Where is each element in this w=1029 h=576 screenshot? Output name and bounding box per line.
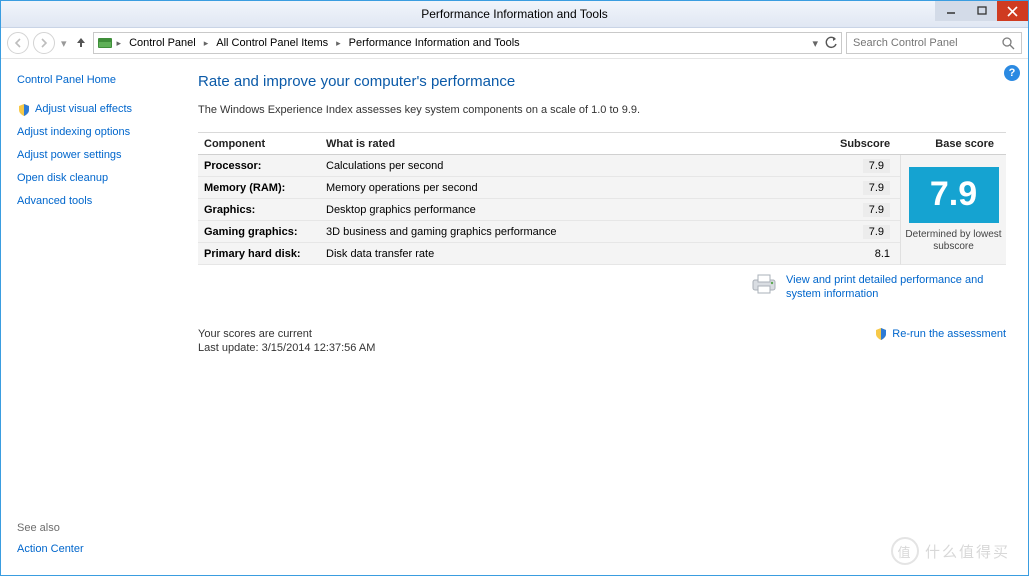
cell-component: Primary hard disk:	[198, 248, 326, 260]
table-row: Graphics: Desktop graphics performance 7…	[198, 199, 900, 221]
content: Control Panel Home Adjust visual effects…	[1, 59, 1028, 575]
sidebar-home-link[interactable]: Control Panel Home	[17, 73, 184, 88]
close-button[interactable]	[997, 1, 1028, 21]
cell-subscore: 7.9	[863, 225, 890, 239]
detail-link-row: View and print detailed performance and …	[198, 273, 1006, 301]
cell-component: Graphics:	[198, 204, 326, 216]
chevron-right-icon[interactable]: ▸	[202, 38, 211, 49]
sidebar: Control Panel Home Adjust visual effects…	[1, 59, 194, 575]
sidebar-link-disk-cleanup[interactable]: Open disk cleanup	[17, 171, 184, 186]
see-also-label: See also	[17, 522, 184, 534]
search-box[interactable]	[846, 32, 1022, 54]
address-bar[interactable]: ▸ Control Panel ▸ All Control Panel Item…	[93, 32, 842, 54]
score-table: Component What is rated Subscore Base sc…	[198, 132, 1006, 265]
table-row: Primary hard disk: Disk data transfer ra…	[198, 243, 900, 265]
sidebar-link-power[interactable]: Adjust power settings	[17, 148, 184, 163]
sidebar-link-label: Adjust power settings	[17, 148, 122, 163]
up-button[interactable]	[73, 36, 89, 51]
titlebar: Performance Information and Tools	[1, 1, 1028, 28]
control-panel-icon	[97, 35, 113, 51]
col-component: Component	[198, 138, 326, 150]
sidebar-link-label: Adjust visual effects	[35, 102, 132, 117]
table-row: Gaming graphics: 3D business and gaming …	[198, 221, 900, 243]
search-icon[interactable]	[1002, 37, 1015, 50]
cell-what: 3D business and gaming graphics performa…	[326, 226, 840, 238]
cell-subscore: 7.9	[863, 159, 890, 173]
sidebar-link-visual-effects[interactable]: Adjust visual effects	[17, 102, 184, 117]
close-icon	[1007, 6, 1018, 17]
rerun-link[interactable]: Re-run the assessment	[874, 327, 1006, 341]
back-button[interactable]	[7, 32, 29, 54]
col-base: Base score	[900, 138, 1006, 150]
status-updated: Last update: 3/15/2014 12:37:56 AM	[198, 341, 375, 355]
sidebar-link-label: Advanced tools	[17, 194, 92, 209]
status-row: Your scores are current Last update: 3/1…	[198, 327, 1006, 355]
cell-what: Desktop graphics performance	[326, 204, 840, 216]
detail-link[interactable]: View and print detailed performance and …	[786, 274, 983, 300]
main-panel: ? Rate and improve your computer's perfo…	[194, 59, 1028, 575]
cell-what: Disk data transfer rate	[326, 248, 840, 260]
cell-subscore: 8.1	[875, 248, 890, 260]
window-title: Performance Information and Tools	[421, 7, 608, 21]
base-score-cell: 7.9 Determined by lowest subscore	[900, 155, 1006, 265]
breadcrumb-item[interactable]: All Control Panel Items	[212, 37, 332, 49]
sidebar-seealso-action-center[interactable]: Action Center	[17, 542, 184, 557]
page-description: The Windows Experience Index assesses ke…	[198, 104, 1006, 116]
base-score-caption: Determined by lowest subscore	[905, 229, 1002, 253]
col-what: What is rated	[326, 138, 840, 150]
cell-what: Calculations per second	[326, 160, 840, 172]
breadcrumb-item[interactable]: Control Panel	[125, 37, 200, 49]
cell-component: Memory (RAM):	[198, 182, 326, 194]
page-heading: Rate and improve your computer's perform…	[198, 73, 1006, 90]
sidebar-link-label: Open disk cleanup	[17, 171, 108, 186]
window-controls	[935, 1, 1028, 21]
help-icon[interactable]: ?	[1004, 65, 1020, 81]
cell-subscore: 7.9	[863, 181, 890, 195]
minimize-button[interactable]	[935, 1, 966, 21]
up-arrow-icon	[75, 36, 87, 48]
chevron-right-icon[interactable]: ▸	[115, 38, 124, 49]
shield-icon	[17, 103, 31, 117]
forward-arrow-icon	[39, 38, 49, 48]
cell-component: Processor:	[198, 160, 326, 172]
chevron-right-icon[interactable]: ▸	[334, 38, 343, 49]
printer-icon	[750, 273, 778, 295]
sidebar-link-advanced[interactable]: Advanced tools	[17, 194, 184, 209]
table-header-row: Component What is rated Subscore Base sc…	[198, 133, 1006, 155]
refresh-icon[interactable]	[824, 36, 838, 50]
status-text: Your scores are current Last update: 3/1…	[198, 327, 375, 355]
cell-subscore: 7.9	[863, 203, 890, 217]
sidebar-link-label: Adjust indexing options	[17, 125, 130, 140]
col-subscore: Subscore	[840, 138, 900, 150]
dropdown-history-icon[interactable]: ▾	[61, 37, 67, 50]
forward-button[interactable]	[33, 32, 55, 54]
shield-icon	[874, 327, 888, 341]
minimize-icon	[946, 6, 956, 16]
cell-what: Memory operations per second	[326, 182, 840, 194]
cell-component: Gaming graphics:	[198, 226, 326, 238]
table-row: Processor: Calculations per second 7.9	[198, 155, 900, 177]
table-row: Memory (RAM): Memory operations per seco…	[198, 177, 900, 199]
maximize-icon	[977, 6, 987, 16]
base-score-value: 7.9	[909, 167, 999, 223]
rerun-label: Re-run the assessment	[892, 328, 1006, 340]
back-arrow-icon	[13, 38, 23, 48]
dropdown-icon[interactable]: ▾	[812, 37, 818, 50]
maximize-button[interactable]	[966, 1, 997, 21]
navbar: ▾ ▸ Control Panel ▸ All Control Panel It…	[1, 28, 1028, 59]
breadcrumb-item[interactable]: Performance Information and Tools	[345, 37, 524, 49]
sidebar-link-label: Action Center	[17, 542, 84, 557]
status-current: Your scores are current	[198, 327, 375, 341]
sidebar-link-indexing[interactable]: Adjust indexing options	[17, 125, 184, 140]
search-input[interactable]	[853, 37, 993, 49]
